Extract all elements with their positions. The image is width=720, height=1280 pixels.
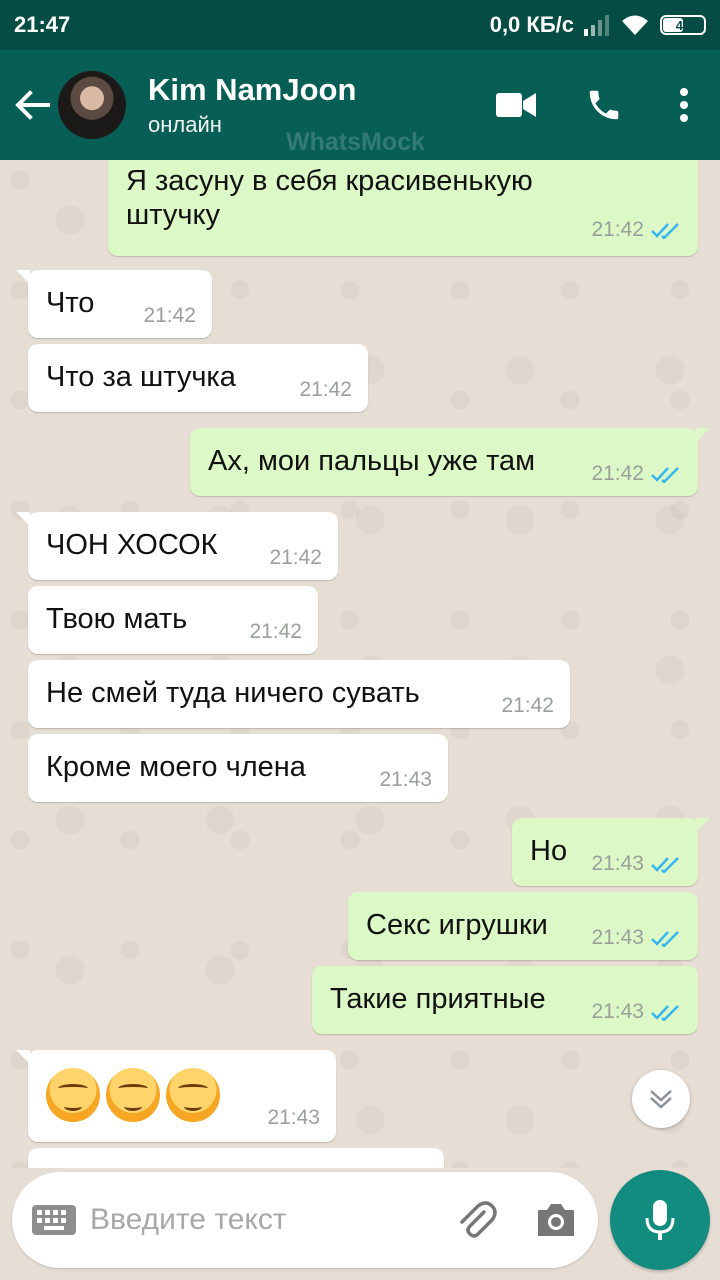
- message-incoming[interactable]: Кроме моего члена 21:43: [28, 734, 448, 802]
- battery-level: 47: [675, 17, 691, 33]
- paperclip-icon: [460, 1201, 497, 1238]
- signal-icon: [584, 15, 609, 36]
- message-time: 21:42: [591, 462, 644, 485]
- message-time: 21:42: [143, 304, 196, 327]
- message-time: 21:43: [379, 768, 432, 791]
- keyboard-button[interactable]: [32, 1205, 76, 1235]
- contact-name: Kim NamJoon: [148, 72, 357, 107]
- keyboard-icon: [32, 1205, 76, 1235]
- voice-call-button[interactable]: [560, 50, 648, 160]
- message-incoming[interactable]: Твою мать 21:42: [28, 586, 318, 654]
- message-outgoing[interactable]: Секс игрушки 21:43: [348, 892, 698, 960]
- camera-button[interactable]: [534, 1198, 578, 1242]
- message-text: Что за штучка: [46, 361, 236, 393]
- message-text: ЧОН ХОСОК: [46, 529, 218, 561]
- avatar[interactable]: [58, 71, 126, 139]
- message-time: 21:42: [269, 546, 322, 569]
- mic-button[interactable]: [610, 1170, 710, 1270]
- status-bar: 21:47 0,0 КБ/с 47: [0, 0, 720, 50]
- message-time: 21:42: [299, 378, 352, 401]
- wifi-icon: [622, 15, 648, 35]
- message-incoming[interactable]: ЧОН ХОСОК 21:42: [16, 512, 338, 580]
- message-text: Что: [46, 287, 95, 319]
- double-chevron-down-icon: [650, 1090, 672, 1109]
- message-time: 21:42: [249, 620, 302, 643]
- message-outgoing[interactable]: Я засуну в себя красивенькую штучку 21:4…: [108, 160, 698, 256]
- more-vert-icon: [680, 88, 688, 122]
- message-text: Такие приятные: [330, 983, 546, 1015]
- scroll-down-button[interactable]: [632, 1070, 690, 1128]
- read-ticks-icon: [651, 857, 679, 873]
- message-text: Не смей туда ничего сувать: [46, 677, 420, 709]
- message-input-bar[interactable]: Введите текст: [12, 1172, 598, 1268]
- read-ticks-icon: [651, 1005, 679, 1021]
- message-text: Кроме моего члена: [46, 751, 306, 783]
- message-time: 21:43: [591, 926, 644, 949]
- message-time: 21:43: [591, 852, 644, 875]
- message-incoming[interactable]: Не смей туда ничего сувать 21:42: [28, 660, 570, 728]
- chat-area[interactable]: Я засуну в себя красивенькую штучку 21:4…: [0, 160, 720, 1168]
- message-time: 21:42: [501, 694, 554, 717]
- message-text: Ах, мои пальцы уже там: [208, 445, 536, 477]
- phone-icon: [589, 90, 619, 120]
- back-button[interactable]: [6, 50, 58, 160]
- emoji-group: [46, 1068, 226, 1122]
- read-ticks-icon: [651, 223, 679, 239]
- message-incoming[interactable]: Что 21:42: [16, 270, 212, 338]
- message-incoming[interactable]: 21:43: [16, 1050, 336, 1142]
- status-time: 21:47: [14, 12, 71, 37]
- attach-button[interactable]: [454, 1198, 498, 1242]
- message-time: 21:43: [591, 1000, 644, 1023]
- message-text: Твою мать: [46, 603, 188, 635]
- more-options-button[interactable]: [648, 50, 720, 160]
- message-incoming-partial[interactable]: [28, 1148, 444, 1168]
- message-text: Но: [530, 835, 568, 867]
- battery-icon: 47: [660, 15, 706, 35]
- back-arrow-icon: [15, 90, 50, 120]
- read-ticks-icon: [651, 467, 679, 483]
- steam-face-emoji: [106, 1068, 160, 1122]
- message-time: 21:43: [267, 1106, 320, 1129]
- network-speed: 0,0 КБ/с: [489, 12, 574, 37]
- video-call-button[interactable]: [472, 50, 560, 160]
- message-outgoing[interactable]: Такие приятные 21:43: [312, 966, 698, 1034]
- microphone-icon: [645, 1200, 675, 1240]
- message-outgoing[interactable]: Но 21:43: [512, 818, 710, 886]
- message-input[interactable]: Введите текст: [90, 1203, 287, 1237]
- video-call-icon: [496, 93, 536, 117]
- message-incoming[interactable]: Что за штучка 21:42: [28, 344, 368, 412]
- camera-icon: [538, 1204, 574, 1236]
- message-time: 21:42: [591, 218, 644, 241]
- watermark: WhatsMock: [286, 128, 425, 156]
- message-outgoing[interactable]: Ах, мои пальцы уже там 21:42: [190, 428, 710, 496]
- message-text: Секс игрушки: [366, 909, 548, 941]
- message-text: Я засуну в себя красивенькую штучку: [126, 165, 533, 231]
- steam-face-emoji: [46, 1068, 100, 1122]
- steam-face-emoji: [166, 1068, 220, 1122]
- read-ticks-icon: [651, 931, 679, 947]
